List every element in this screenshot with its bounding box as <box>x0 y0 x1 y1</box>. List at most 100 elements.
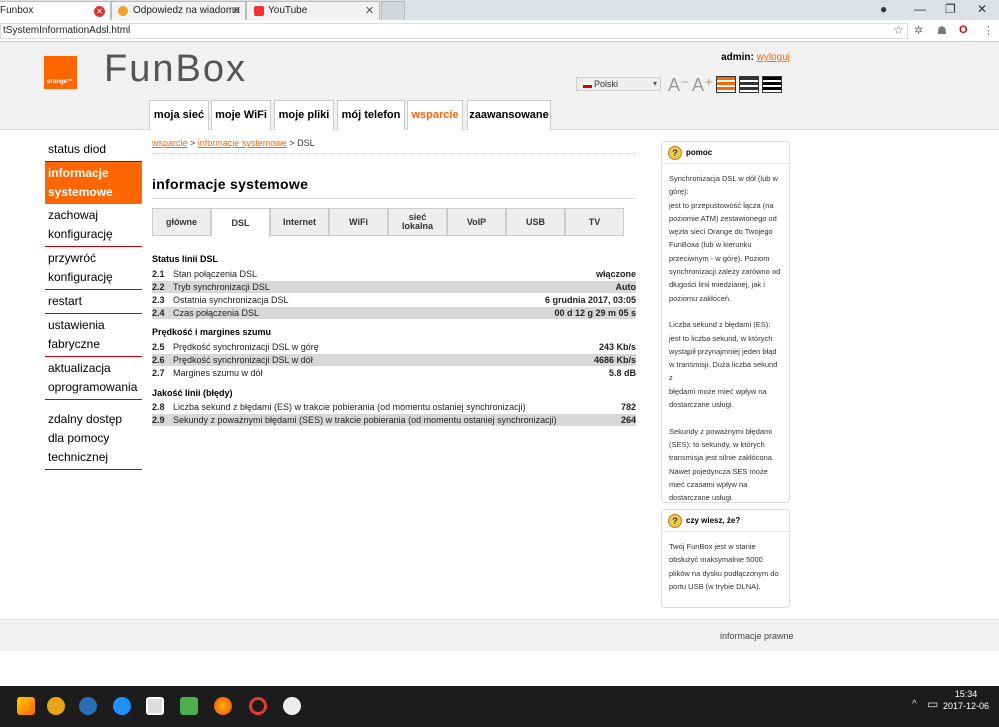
nav-wsparcie[interactable]: wsparcie <box>407 100 463 130</box>
bookmark-star-icon[interactable]: ☆ <box>893 23 904 37</box>
logout-link[interactable]: wyloguj <box>757 52 790 63</box>
opera-icon[interactable] <box>249 697 267 715</box>
app-icon[interactable] <box>283 697 301 715</box>
tab-title: YouTube <box>268 5 308 16</box>
sidebar-item-zachowaj[interactable]: zachowaj konfigurację <box>45 204 142 247</box>
close-tab-icon[interactable]: ✕ <box>232 2 241 20</box>
tab-internet[interactable]: Internet <box>270 208 329 236</box>
browser-tab-wiadomosc[interactable]: Odpowiedz na wiadomo ✕ <box>111 1 246 20</box>
sidebar-item-status-diod[interactable]: status diod <box>45 138 142 162</box>
url-field[interactable]: tSystemInformationAdsl.html <box>0 23 908 39</box>
theme-grey-icon[interactable] <box>739 76 759 93</box>
did-you-know-header: ? czy wiesz, że? <box>662 510 789 532</box>
tab-siec-lokalna[interactable]: sieć lokalna <box>388 208 447 236</box>
breadcrumb-informacje[interactable]: informacje systemowe <box>198 138 287 148</box>
clock-time: 15:34 <box>954 689 978 699</box>
profile-icon[interactable]: ● <box>880 0 887 18</box>
section-title: Jakość linii (błędy) <box>152 388 233 398</box>
tray-chevron-icon[interactable]: ^ <box>912 699 917 710</box>
browser-tab-funbox[interactable]: Funbox ✕ <box>0 1 111 20</box>
new-tab-button[interactable] <box>381 1 405 20</box>
row-label: Sekundy z poważnymi błędami (SES) w trak… <box>173 415 557 425</box>
edge-icon[interactable] <box>113 697 131 715</box>
admin-info: admin: wyloguj <box>721 52 790 63</box>
table-row: 2.3 Ostatnia synchronizacja DSL 6 grudnia … <box>152 294 636 306</box>
breadcrumb-separator: > <box>286 138 298 148</box>
minimize-icon[interactable]: — <box>914 0 926 18</box>
restore-icon[interactable]: ❐ <box>945 0 956 18</box>
close-tab-icon[interactable]: ✕ <box>365 2 374 20</box>
row-number: 2.9 <box>152 415 165 425</box>
question-icon: ? <box>668 514 682 528</box>
app-icon[interactable] <box>47 697 65 715</box>
nav-moje-pliki[interactable]: moje pliki <box>274 100 334 130</box>
row-value: 782 <box>620 402 636 412</box>
language-select[interactable]: Polski ▾ <box>576 77 661 91</box>
sidebar-item-informacje-systemowe[interactable]: informacje systemowe <box>45 162 142 204</box>
tab-glowne[interactable]: główne <box>152 208 211 236</box>
tab-wifi[interactable]: WiFi <box>329 208 388 236</box>
row-value: włączone <box>595 269 636 279</box>
tab-voip[interactable]: VoIP <box>447 208 506 236</box>
section-title: Status linii DSL <box>152 254 219 264</box>
page-title: informacje systemowe <box>152 176 636 199</box>
sidebar-item-aktualizacja[interactable]: aktualizacja oprogramowania <box>45 357 142 400</box>
row-value: 00 d 12 g 29 m 05 s <box>554 308 636 318</box>
opera-icon[interactable]: O <box>959 24 968 36</box>
sidebar-item-ustawienia-fabryczne[interactable]: ustawienia fabryczne <box>45 314 142 357</box>
row-value: 4686 Kb/s <box>593 355 636 365</box>
nav-moj-telefon[interactable]: mój telefon <box>337 100 405 130</box>
theme-orange-icon[interactable] <box>716 76 736 93</box>
row-value: 243 Kb/s <box>598 342 636 352</box>
app-icon[interactable] <box>180 697 198 715</box>
breadcrumb: wsparcie > informacje systemowe > DSL <box>152 138 636 154</box>
subtabs: główne DSL Internet WiFi sieć lokalna Vo… <box>152 208 624 237</box>
row-label: Prędkość synchronizacji DSL w dół <box>173 355 313 365</box>
sidebar-item-zdalny-dostep[interactable]: zdalny dostęp dla pomocy technicznej <box>45 408 142 470</box>
notification-icon[interactable]: ▭ <box>927 697 938 711</box>
row-value: Auto <box>615 282 637 292</box>
nav-moja-siec[interactable]: moja sieć <box>149 100 209 130</box>
row-number: 2.1 <box>152 269 165 279</box>
table-row: 2.7 Margines szumu w dół 5.8 dB <box>152 367 636 379</box>
row-value: 5.8 dB <box>608 368 636 378</box>
menu-icon[interactable]: ⋮ <box>983 24 994 37</box>
orange-logo[interactable]: orange™ <box>44 56 77 89</box>
firefox-icon[interactable] <box>214 697 232 715</box>
table-row: 2.4 Czas połączenia DSL 00 d 12 g 29 m 05 … <box>152 307 636 319</box>
poland-flag-icon <box>583 81 592 88</box>
font-increase-icon[interactable]: A⁺ <box>692 75 714 96</box>
close-tab-icon[interactable]: ✕ <box>94 6 105 17</box>
row-number: 2.3 <box>152 295 165 305</box>
taskbar: ^ ▭ 15:34 2017-12-06 <box>0 686 999 727</box>
row-label: Ostatnia synchronizacja DSL <box>173 295 289 305</box>
legal-info-link[interactable]: informacje prawne <box>720 631 794 641</box>
help-text: Synchronizacja DSL w dół (lub w górę): j… <box>669 174 781 503</box>
app-icon[interactable] <box>146 697 164 715</box>
page-header: orange™ FunBox admin: wyloguj Polski ▾ A… <box>0 42 999 130</box>
extension-icon[interactable]: ☗ <box>937 24 947 37</box>
browser-tab-youtube[interactable]: YouTube ✕ <box>246 1 380 20</box>
clock[interactable]: 15:34 2017-12-06 <box>943 688 989 712</box>
nav-zaawansowane[interactable]: zaawansowane <box>467 100 551 130</box>
tab-usb[interactable]: USB <box>506 208 565 236</box>
funbox-brand: FunBox <box>104 48 247 90</box>
tab-dsl[interactable]: DSL <box>211 208 270 237</box>
breadcrumb-separator: > <box>187 138 198 148</box>
extension-icon[interactable]: ✲ <box>914 24 923 37</box>
row-value: 264 <box>620 415 636 425</box>
app-icon[interactable] <box>17 697 35 715</box>
nav-moje-wifi[interactable]: moje WiFi <box>211 100 271 130</box>
help-title: pomoc <box>686 148 713 157</box>
theme-contrast-icon[interactable] <box>762 76 782 93</box>
close-window-icon[interactable]: ✕ <box>977 0 987 18</box>
app-icon[interactable] <box>79 697 97 715</box>
tab-tv[interactable]: TV <box>565 208 624 236</box>
row-label: Liczba sekund z błędami (ES) w trakcie p… <box>173 402 526 412</box>
row-number: 2.5 <box>152 342 165 352</box>
page-footer: informacje prawne <box>0 619 999 651</box>
breadcrumb-wsparcie[interactable]: wsparcie <box>152 138 188 148</box>
font-decrease-icon[interactable]: A⁻ <box>668 75 690 96</box>
sidebar-item-przywroc[interactable]: przywróć konfigurację <box>45 247 142 290</box>
sidebar-item-restart[interactable]: restart <box>45 290 142 314</box>
